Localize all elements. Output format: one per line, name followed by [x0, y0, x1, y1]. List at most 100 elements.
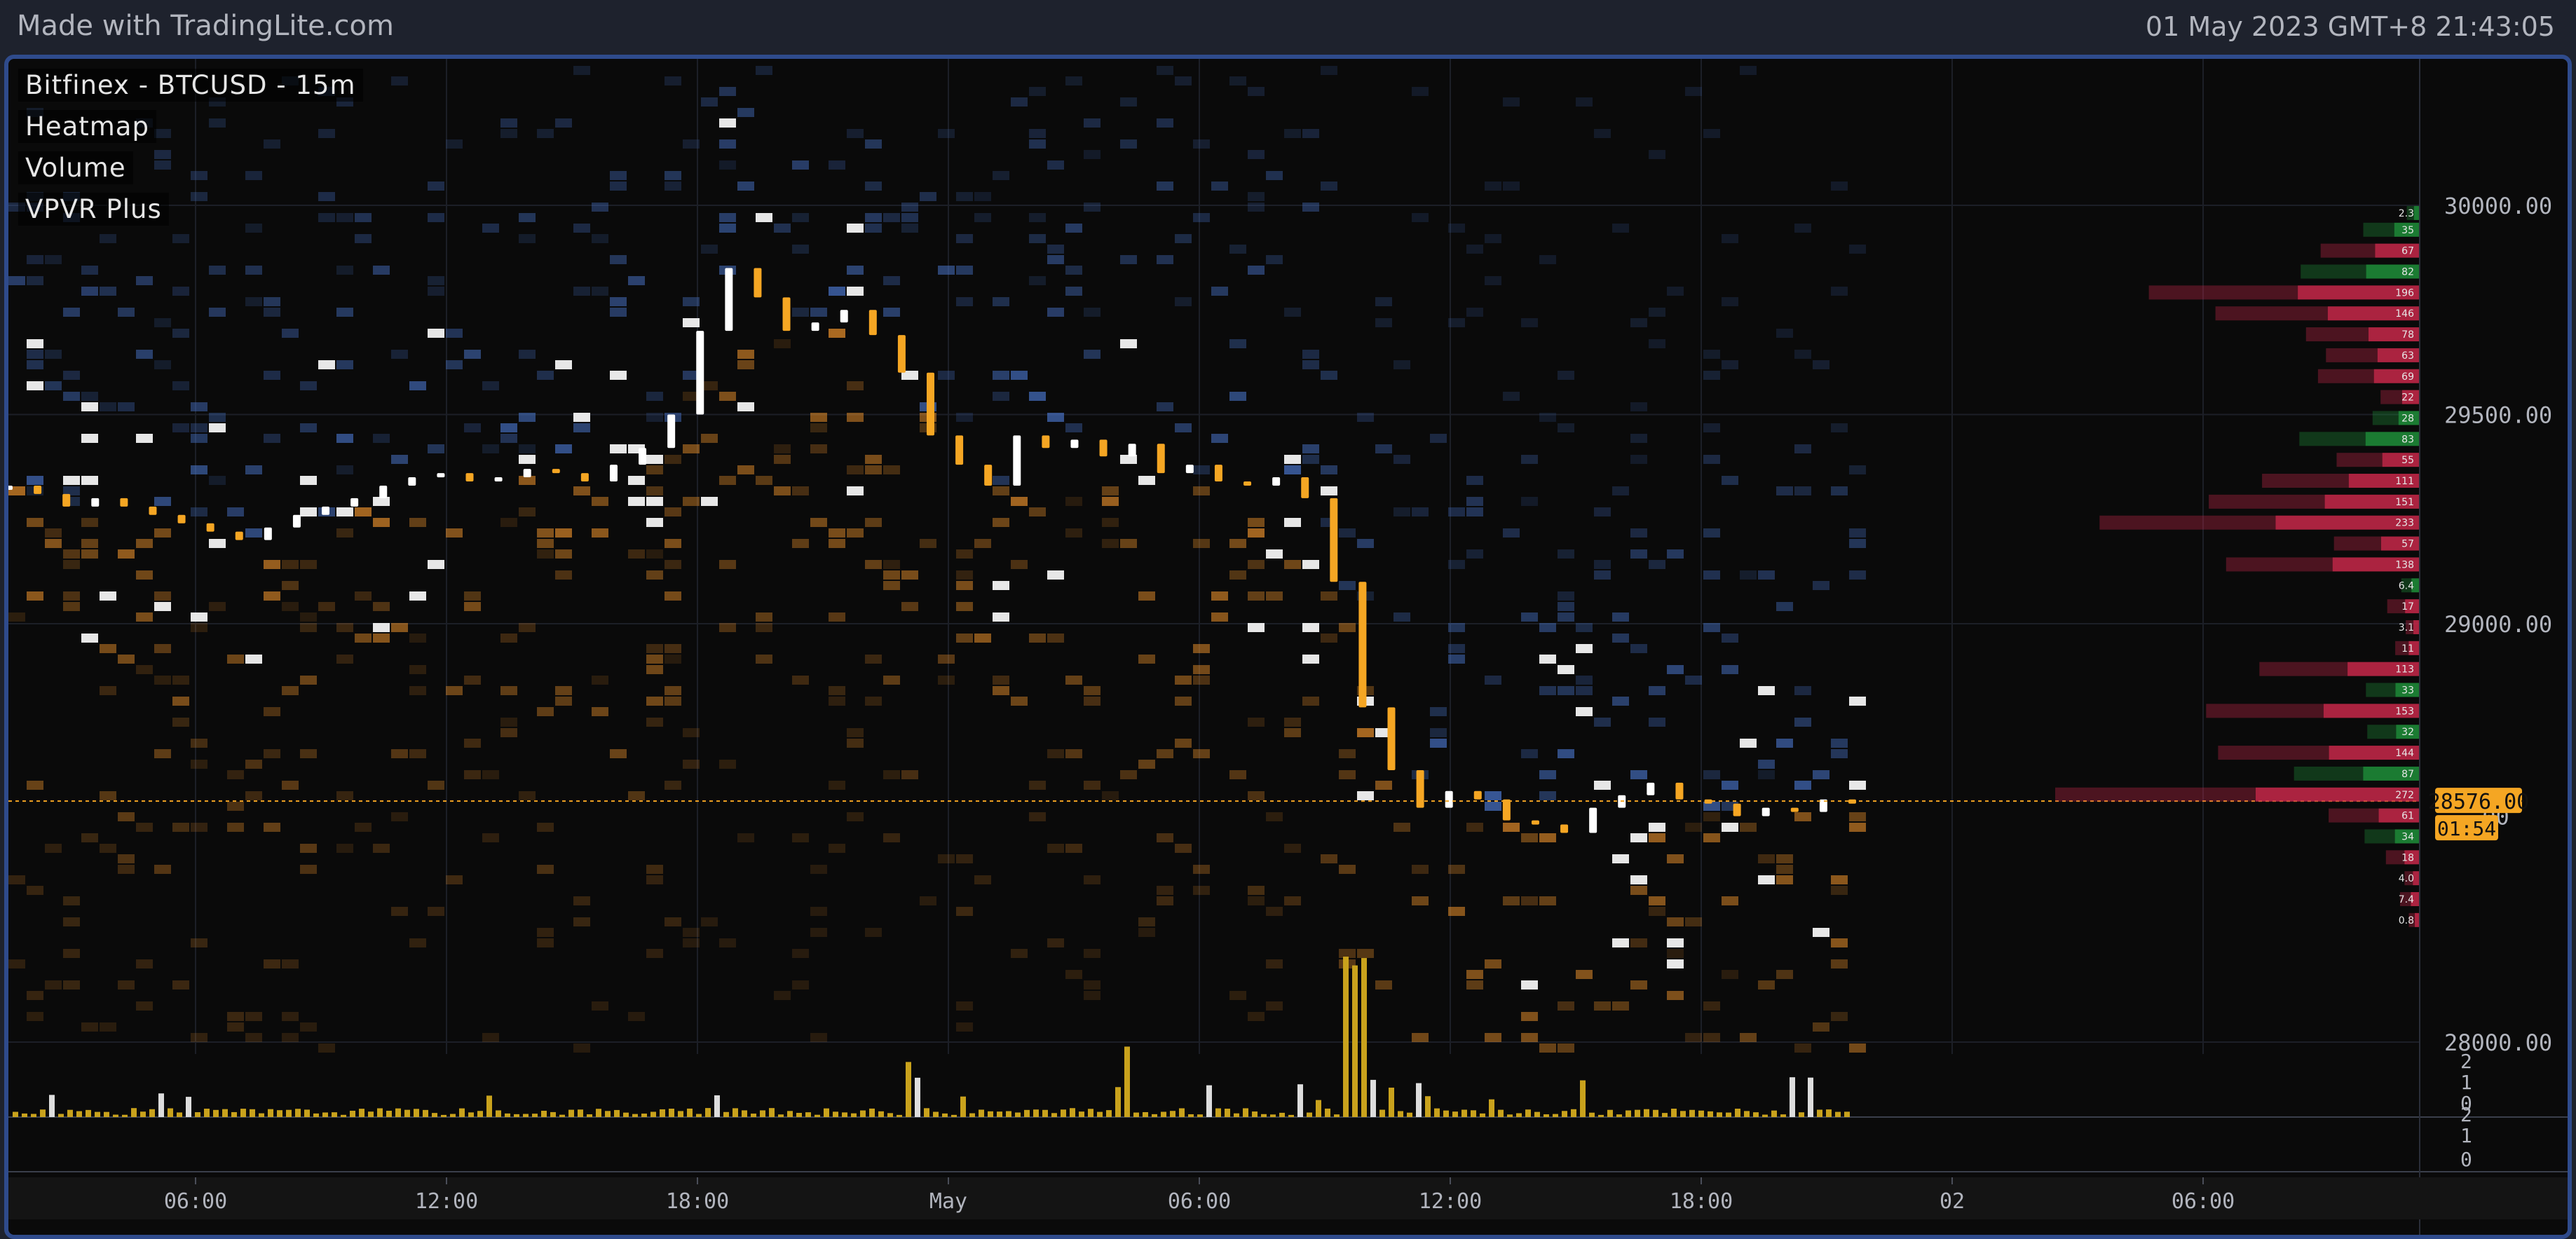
time-tick-8: 06:00	[2172, 1189, 2235, 1214]
volume-tick-lower-2: 0	[2460, 1148, 2472, 1171]
candle-point-54	[1560, 824, 1569, 833]
candle-point-21	[609, 465, 618, 482]
volume-tick-lower-0: 2	[2460, 1103, 2472, 1126]
candle-point-19	[552, 469, 560, 474]
time-tick-1: 12:00	[415, 1189, 478, 1214]
vpvr-label-29: 61	[2401, 811, 2414, 822]
vpvr-profile: 2.3 35 67 82 196 146 78 63 69 22 28 83 55 111 151 233 57…	[2055, 205, 2420, 927]
last-price-value: 28576.00	[2428, 790, 2530, 814]
time-tick-3: May	[929, 1189, 967, 1214]
vpvr-label-34: 0.8	[2399, 915, 2414, 926]
indicator-volume[interactable]: Volume	[18, 151, 133, 184]
candle-point-47	[1358, 582, 1367, 708]
candle-point-2	[62, 493, 71, 507]
candle-point-29	[840, 310, 848, 323]
vpvr-label-28: 272	[2395, 790, 2414, 801]
candle-point-45	[1301, 477, 1309, 498]
vpvr-label-30: 34	[2401, 831, 2414, 842]
candle-point-39	[1128, 444, 1136, 457]
candle-point-50	[1445, 790, 1453, 808]
vpvr-label-2: 67	[2401, 246, 2414, 257]
vpvr-label-19: 17	[2401, 601, 2414, 612]
candle-point-11	[322, 506, 330, 515]
vpvr-bar-34	[2415, 912, 2420, 927]
vpvr-label-26: 144	[2395, 748, 2414, 759]
time-tick-6: 18:00	[1670, 1189, 1733, 1214]
price-tick-2: 29000.00	[2444, 611, 2552, 638]
vpvr-label-7: 63	[2401, 350, 2414, 362]
vpvr-label-5: 146	[2395, 308, 2414, 320]
chart-frame[interactable]: 2.3 35 67 82 196 146 78 63 69 22 28 83 55 111 151 233 57…	[4, 55, 2572, 1239]
brand-label: Made with TradingLite.com	[17, 10, 394, 42]
candle-point-24	[696, 331, 704, 415]
vpvr-label-31: 18	[2401, 852, 2414, 863]
candle-point-12	[350, 498, 359, 507]
candle-point-52	[1502, 799, 1511, 821]
vpvr-label-8: 69	[2401, 371, 2414, 383]
indicator-legend: Bitfinex - BTCUSD - 15m Heatmap Volume V…	[18, 69, 363, 234]
candle-point-1	[34, 485, 42, 494]
chart-canvas[interactable]: 2.33567821961467863692228835511115123357…	[8, 59, 2568, 1235]
countdown-value: 01:54	[2437, 817, 2496, 840]
vpvr-label-4: 196	[2395, 287, 2414, 299]
vpvr-label-27: 87	[2401, 769, 2414, 780]
candle-point-58	[1675, 782, 1684, 800]
top-bar: Made with TradingLite.com 01 May 2023 GM…	[0, 0, 2576, 55]
candle-point-32	[927, 372, 934, 436]
candle-point-14	[408, 477, 416, 486]
vpvr-label-33: 7.4	[2399, 894, 2414, 905]
candle-point-27	[782, 297, 791, 331]
time-tick-4: 06:00	[1168, 1189, 1231, 1214]
candle-point-57	[1647, 782, 1655, 795]
vpvr-label-23: 33	[2401, 685, 2414, 697]
candle-point-8	[235, 531, 243, 540]
candle-point-34	[984, 465, 993, 486]
volume-tick-upper-0: 2	[2460, 1050, 2472, 1073]
candle-point-17	[494, 477, 503, 482]
candle-point-43	[1243, 481, 1252, 486]
candle-point-36	[1042, 435, 1050, 449]
candle-point-28	[811, 322, 819, 331]
candle-point-15	[437, 473, 445, 478]
vpvr-bar-20	[2413, 620, 2420, 634]
candle-point-48	[1387, 707, 1396, 770]
candle-point-35	[1013, 435, 1021, 486]
candle-point-55	[1589, 807, 1597, 833]
indicator-heatmap[interactable]: Heatmap	[18, 110, 156, 143]
vpvr-label-0: 2.3	[2399, 208, 2414, 219]
vpvr-label-14: 151	[2395, 497, 2414, 508]
vpvr-label-24: 153	[2395, 706, 2414, 717]
vpvr-label-25: 32	[2401, 727, 2414, 738]
candle-point-6	[177, 514, 186, 523]
symbol-label[interactable]: Bitfinex - BTCUSD - 15m	[18, 69, 363, 102]
candle-point-0	[8, 485, 13, 490]
candle-point-31	[897, 335, 906, 373]
vpvr-label-20: 3.1	[2399, 622, 2414, 634]
vpvr-label-15: 233	[2395, 518, 2414, 529]
candle-point-18	[523, 469, 531, 478]
candle-point-37	[1070, 439, 1079, 449]
vpvr-label-16: 57	[2401, 539, 2414, 550]
candle-point-49	[1416, 769, 1424, 808]
indicator-vpvr[interactable]: VPVR Plus	[18, 193, 169, 226]
candle-series	[8, 268, 1856, 833]
candle-point-7	[206, 523, 214, 532]
vpvr-bar-0	[2413, 205, 2420, 220]
candle-point-53	[1531, 820, 1539, 825]
candle-point-20	[580, 473, 589, 482]
candle-point-16	[465, 473, 474, 482]
vpvr-label-9: 22	[2401, 392, 2414, 404]
candle-point-33	[955, 435, 964, 465]
vpvr-label-32: 4.0	[2399, 873, 2414, 884]
vpvr-label-22: 113	[2395, 664, 2414, 676]
candle-point-41	[1185, 465, 1194, 474]
candle-point-51	[1473, 790, 1482, 800]
candle-point-40	[1157, 444, 1165, 474]
candle-point-22	[639, 448, 647, 465]
candle-point-9	[264, 527, 272, 540]
candle-point-26	[754, 268, 762, 298]
vpvr-label-21: 11	[2401, 643, 2414, 655]
vpvr-label-10: 28	[2401, 413, 2414, 424]
timestamp-label: 01 May 2023 GMT+8 21:43:05	[2145, 11, 2555, 42]
candle-point-61	[1761, 807, 1770, 816]
